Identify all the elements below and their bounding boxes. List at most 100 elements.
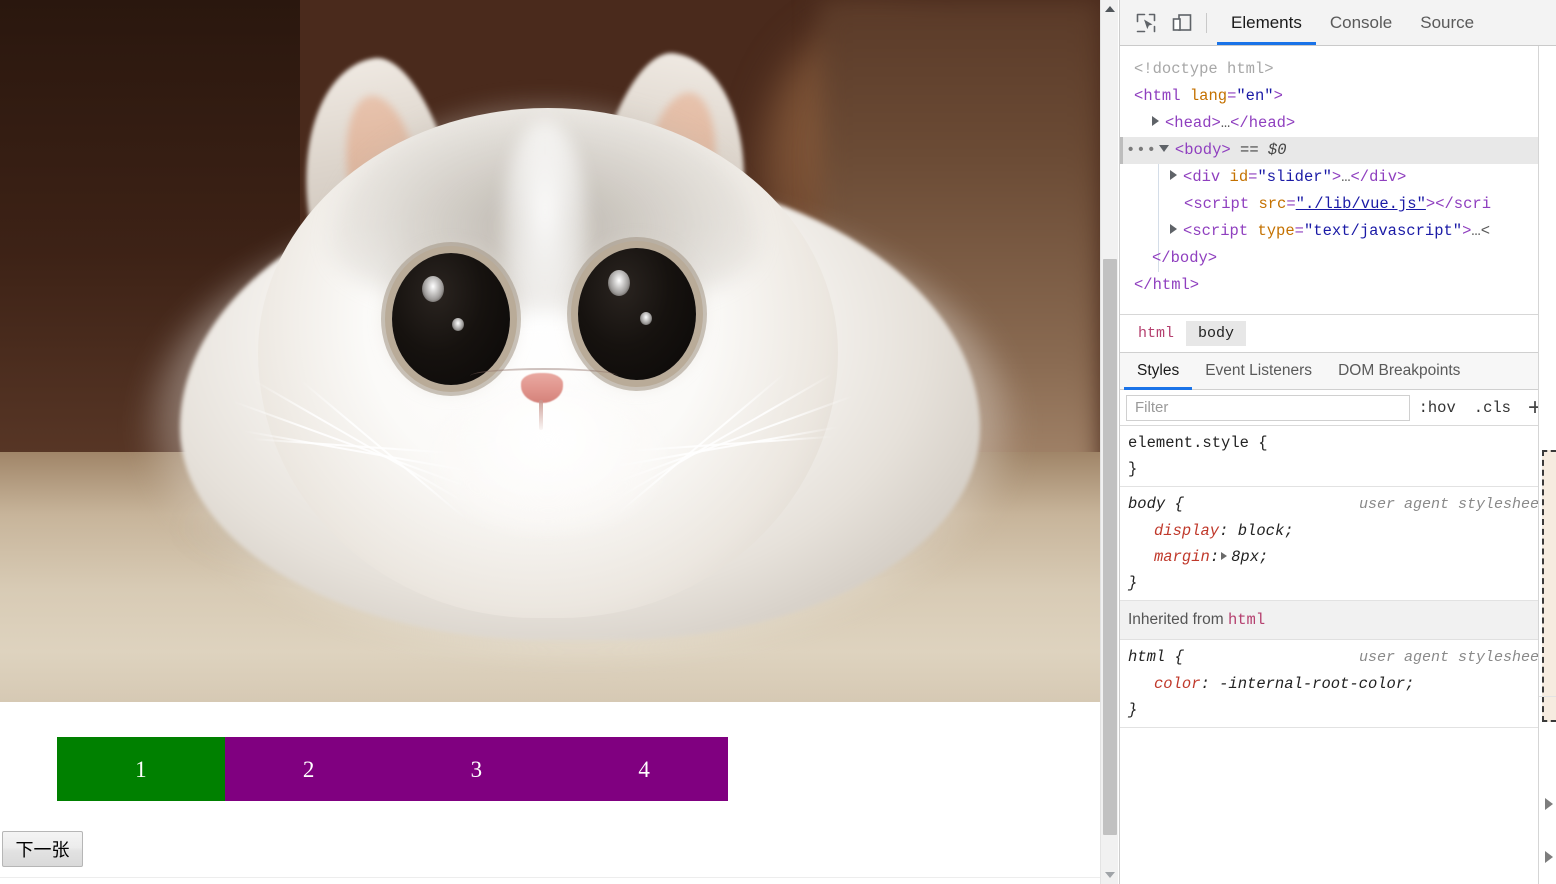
breadcrumb-item-body[interactable]: body bbox=[1186, 321, 1247, 346]
class-state-button[interactable]: .cls bbox=[1465, 399, 1520, 417]
dom-line-body-close: </body> bbox=[1120, 245, 1556, 272]
script2-open-bracket: < bbox=[1183, 222, 1193, 240]
div-open-bracket: < bbox=[1183, 168, 1193, 186]
script2-type-attr: type bbox=[1257, 222, 1295, 240]
div-id-value: "slider" bbox=[1257, 168, 1332, 186]
slider-segment-4[interactable]: 4 bbox=[560, 737, 728, 801]
slider-segment-3[interactable]: 3 bbox=[393, 737, 561, 801]
rule-closing-brace: } bbox=[1128, 701, 1138, 719]
doctype-text: <!doctype html> bbox=[1134, 60, 1274, 78]
head-close-tag: </head> bbox=[1230, 114, 1296, 132]
slider-segment-2[interactable]: 2 bbox=[225, 737, 393, 801]
inspect-element-icon[interactable] bbox=[1128, 7, 1164, 39]
script-close-tag: </scri bbox=[1435, 195, 1492, 213]
page-viewport: 1234 下一张 bbox=[0, 0, 1100, 884]
subtab-event-listeners[interactable]: Event Listeners bbox=[1192, 353, 1325, 390]
div-close-tag: </div> bbox=[1350, 168, 1407, 186]
tab-elements[interactable]: Elements bbox=[1217, 0, 1316, 45]
div-id-attr: id bbox=[1229, 168, 1249, 186]
rule-html[interactable]: html { user agent stylesheet color: -int… bbox=[1120, 640, 1556, 728]
page-canvas: 1234 下一张 bbox=[0, 0, 1100, 884]
html-close-tag: </html> bbox=[1134, 276, 1200, 294]
slider-pagination[interactable]: 1234 bbox=[57, 737, 728, 801]
dom-line-div-slider[interactable]: <div id="slider">…</div> bbox=[1120, 164, 1556, 191]
declaration-property[interactable]: margin bbox=[1154, 548, 1210, 566]
cat-eye-glint-right bbox=[608, 270, 630, 296]
slider-segment-1[interactable]: 1 bbox=[57, 737, 225, 801]
chevron-right-icon[interactable] bbox=[1170, 170, 1177, 180]
scroll-down-arrow-icon[interactable] bbox=[1101, 866, 1119, 884]
dom-tree[interactable]: <!doctype html> <html lang="en"> <head>…… bbox=[1120, 46, 1556, 314]
cat-eye-glint-left-small bbox=[452, 318, 464, 331]
dom-line-head[interactable]: <head>…</head> bbox=[1120, 110, 1556, 137]
declaration-value[interactable]: 8px; bbox=[1231, 548, 1268, 566]
device-toolbar-icon[interactable] bbox=[1164, 7, 1200, 39]
declaration-color[interactable]: color: -internal-root-color; bbox=[1128, 671, 1548, 697]
chevron-right-icon[interactable] bbox=[1221, 552, 1228, 560]
script2-tag-name: script bbox=[1192, 222, 1249, 240]
screen: 1234 下一张 Elements Console Source <!docty… bbox=[0, 0, 1556, 884]
inherited-label: Inherited from bbox=[1128, 611, 1224, 628]
subtab-dom-breakpoints[interactable]: DOM Breakpoints bbox=[1325, 353, 1473, 390]
tab-sources[interactable]: Source bbox=[1406, 0, 1488, 45]
page-vertical-scrollbar[interactable] bbox=[1100, 0, 1118, 884]
page-scrollbar-thumb[interactable] bbox=[1103, 259, 1117, 835]
script-open-bracket: < bbox=[1184, 195, 1194, 213]
script-close-bracket: > bbox=[1425, 195, 1436, 213]
rule-element-style[interactable]: element.style { } bbox=[1120, 426, 1556, 487]
rule-closing-brace: } bbox=[1128, 574, 1138, 592]
rule-selector[interactable]: element.style { bbox=[1128, 430, 1268, 456]
breadcrumb-item-html[interactable]: html bbox=[1126, 321, 1186, 346]
toolbar-divider bbox=[1206, 12, 1207, 33]
declaration-colon: : bbox=[1209, 548, 1220, 566]
rule-origin: user agent stylesheet bbox=[1358, 649, 1548, 666]
rule-selector[interactable]: body { bbox=[1128, 491, 1184, 517]
cat-head-blaze bbox=[500, 120, 590, 350]
declaration-margin[interactable]: margin: 8px; bbox=[1128, 544, 1548, 570]
rule-selector[interactable]: html { bbox=[1128, 644, 1184, 670]
dom-line-html-close: </html> bbox=[1120, 272, 1556, 299]
declaration-value[interactable]: -internal-root-color; bbox=[1219, 675, 1414, 693]
body-open-tag: <body> bbox=[1174, 141, 1231, 159]
dom-line-script-vue[interactable]: <script src="./lib/vue.js"></scri bbox=[1120, 191, 1556, 218]
script2-ellipsis: …< bbox=[1471, 222, 1491, 240]
inherited-source: html bbox=[1227, 611, 1266, 629]
box-model-diagram bbox=[1542, 450, 1556, 722]
next-image-button[interactable]: 下一张 bbox=[2, 831, 83, 867]
rule-closing-brace: } bbox=[1128, 460, 1138, 478]
slider-image[interactable] bbox=[0, 0, 1100, 702]
page-horizontal-scrollbar[interactable] bbox=[0, 877, 1100, 884]
more-options-ellipsis-icon[interactable]: ••• bbox=[1126, 141, 1157, 159]
tab-console[interactable]: Console bbox=[1316, 0, 1406, 45]
script2-attr-eq: = bbox=[1294, 222, 1304, 240]
declaration-display[interactable]: display: block; bbox=[1128, 518, 1548, 544]
cat-eye-right bbox=[578, 248, 696, 380]
chevron-right-icon[interactable] bbox=[1170, 224, 1177, 234]
dom-line-html-open[interactable]: <html lang="en"> bbox=[1120, 83, 1556, 110]
expand-arrow-icon[interactable] bbox=[1545, 851, 1553, 863]
chevron-down-icon[interactable] bbox=[1158, 145, 1169, 152]
script-src-value[interactable]: "./lib/vue.js" bbox=[1296, 195, 1426, 213]
declaration-colon: : bbox=[1200, 675, 1220, 693]
cat-philtrum bbox=[539, 400, 543, 430]
cat-eye-glint-left bbox=[422, 276, 444, 302]
dom-line-body-selected[interactable]: ••• <body> == $0 bbox=[1120, 137, 1556, 164]
breadcrumb: html body bbox=[1120, 314, 1556, 352]
rule-body[interactable]: body { user agent stylesheet display: bl… bbox=[1120, 487, 1556, 601]
rule-origin: user agent stylesheet bbox=[1358, 496, 1548, 513]
scroll-up-arrow-icon[interactable] bbox=[1101, 0, 1119, 18]
devtools-toolbar: Elements Console Source bbox=[1120, 0, 1556, 46]
subtab-styles[interactable]: Styles bbox=[1124, 353, 1192, 390]
expand-arrow-icon[interactable] bbox=[1545, 798, 1553, 810]
hover-state-button[interactable]: :hov bbox=[1410, 399, 1465, 417]
declaration-value[interactable]: block; bbox=[1238, 522, 1294, 540]
dom-line-script-inline[interactable]: <script type="text/javascript">…< bbox=[1120, 218, 1556, 245]
declaration-property[interactable]: color bbox=[1154, 675, 1201, 693]
styles-filter-input[interactable] bbox=[1126, 394, 1410, 421]
html-tag-name: html bbox=[1143, 87, 1181, 105]
declaration-property[interactable]: display bbox=[1154, 522, 1219, 540]
html-attr-eq: = bbox=[1227, 87, 1237, 105]
chevron-right-icon[interactable] bbox=[1152, 116, 1159, 126]
body-close-tag: </body> bbox=[1152, 249, 1218, 267]
styles-rules-list: element.style { } body { user agent styl… bbox=[1120, 426, 1556, 728]
